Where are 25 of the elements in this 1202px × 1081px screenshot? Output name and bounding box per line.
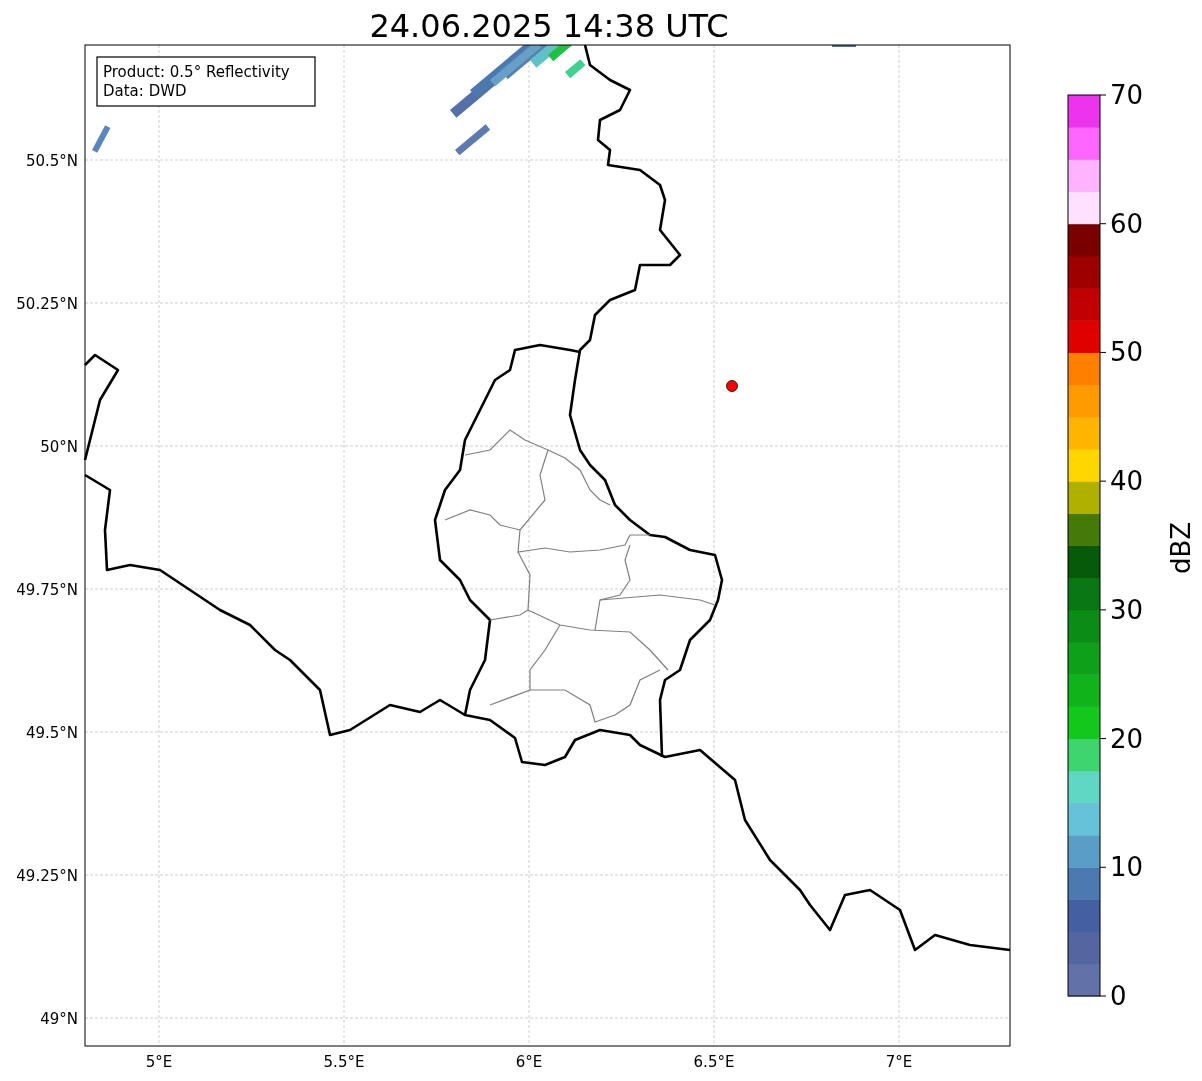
colorbar-tick-label: 20 — [1110, 723, 1144, 754]
station-marker — [726, 380, 738, 392]
colorbar-tick-label: 50 — [1110, 337, 1144, 368]
info-text: Product: 0.5° Reflectivity — [103, 63, 290, 81]
colorbar-tick-label: 10 — [1110, 852, 1144, 883]
colorbar-tick-label: 0 — [1110, 981, 1127, 1011]
axis-tick-label: 6.5°E — [693, 1053, 735, 1071]
axis-tick-label: 50.5°N — [25, 152, 78, 170]
axis-tick-label: 50.25°N — [16, 295, 78, 313]
chart-title: 24.06.2025 14:38 UTC — [369, 7, 729, 45]
axis-tick-label: 49.25°N — [16, 867, 78, 885]
axis-tick-label: 7°E — [885, 1053, 913, 1071]
colorbar-tick-label: 70 — [1110, 80, 1144, 110]
colorbar-label: dBZ — [1166, 521, 1196, 575]
axis-tick-label: 5.5°E — [323, 1053, 365, 1071]
info-text: Data: DWD — [103, 82, 187, 100]
axis-tick-label: 49°N — [40, 1010, 78, 1028]
axis-tick-label: 50°N — [40, 438, 78, 456]
axis-tick-label: 5°E — [145, 1053, 173, 1071]
colorbar-tick-label: 60 — [1110, 208, 1144, 239]
colorbar-tick-label: 30 — [1110, 594, 1144, 625]
colorbar-tick-label: 40 — [1110, 466, 1144, 497]
axis-tick-label: 6°E — [515, 1053, 543, 1071]
axis-tick-label: 49.5°N — [25, 724, 78, 742]
axis-tick-label: 49.75°N — [16, 581, 78, 599]
